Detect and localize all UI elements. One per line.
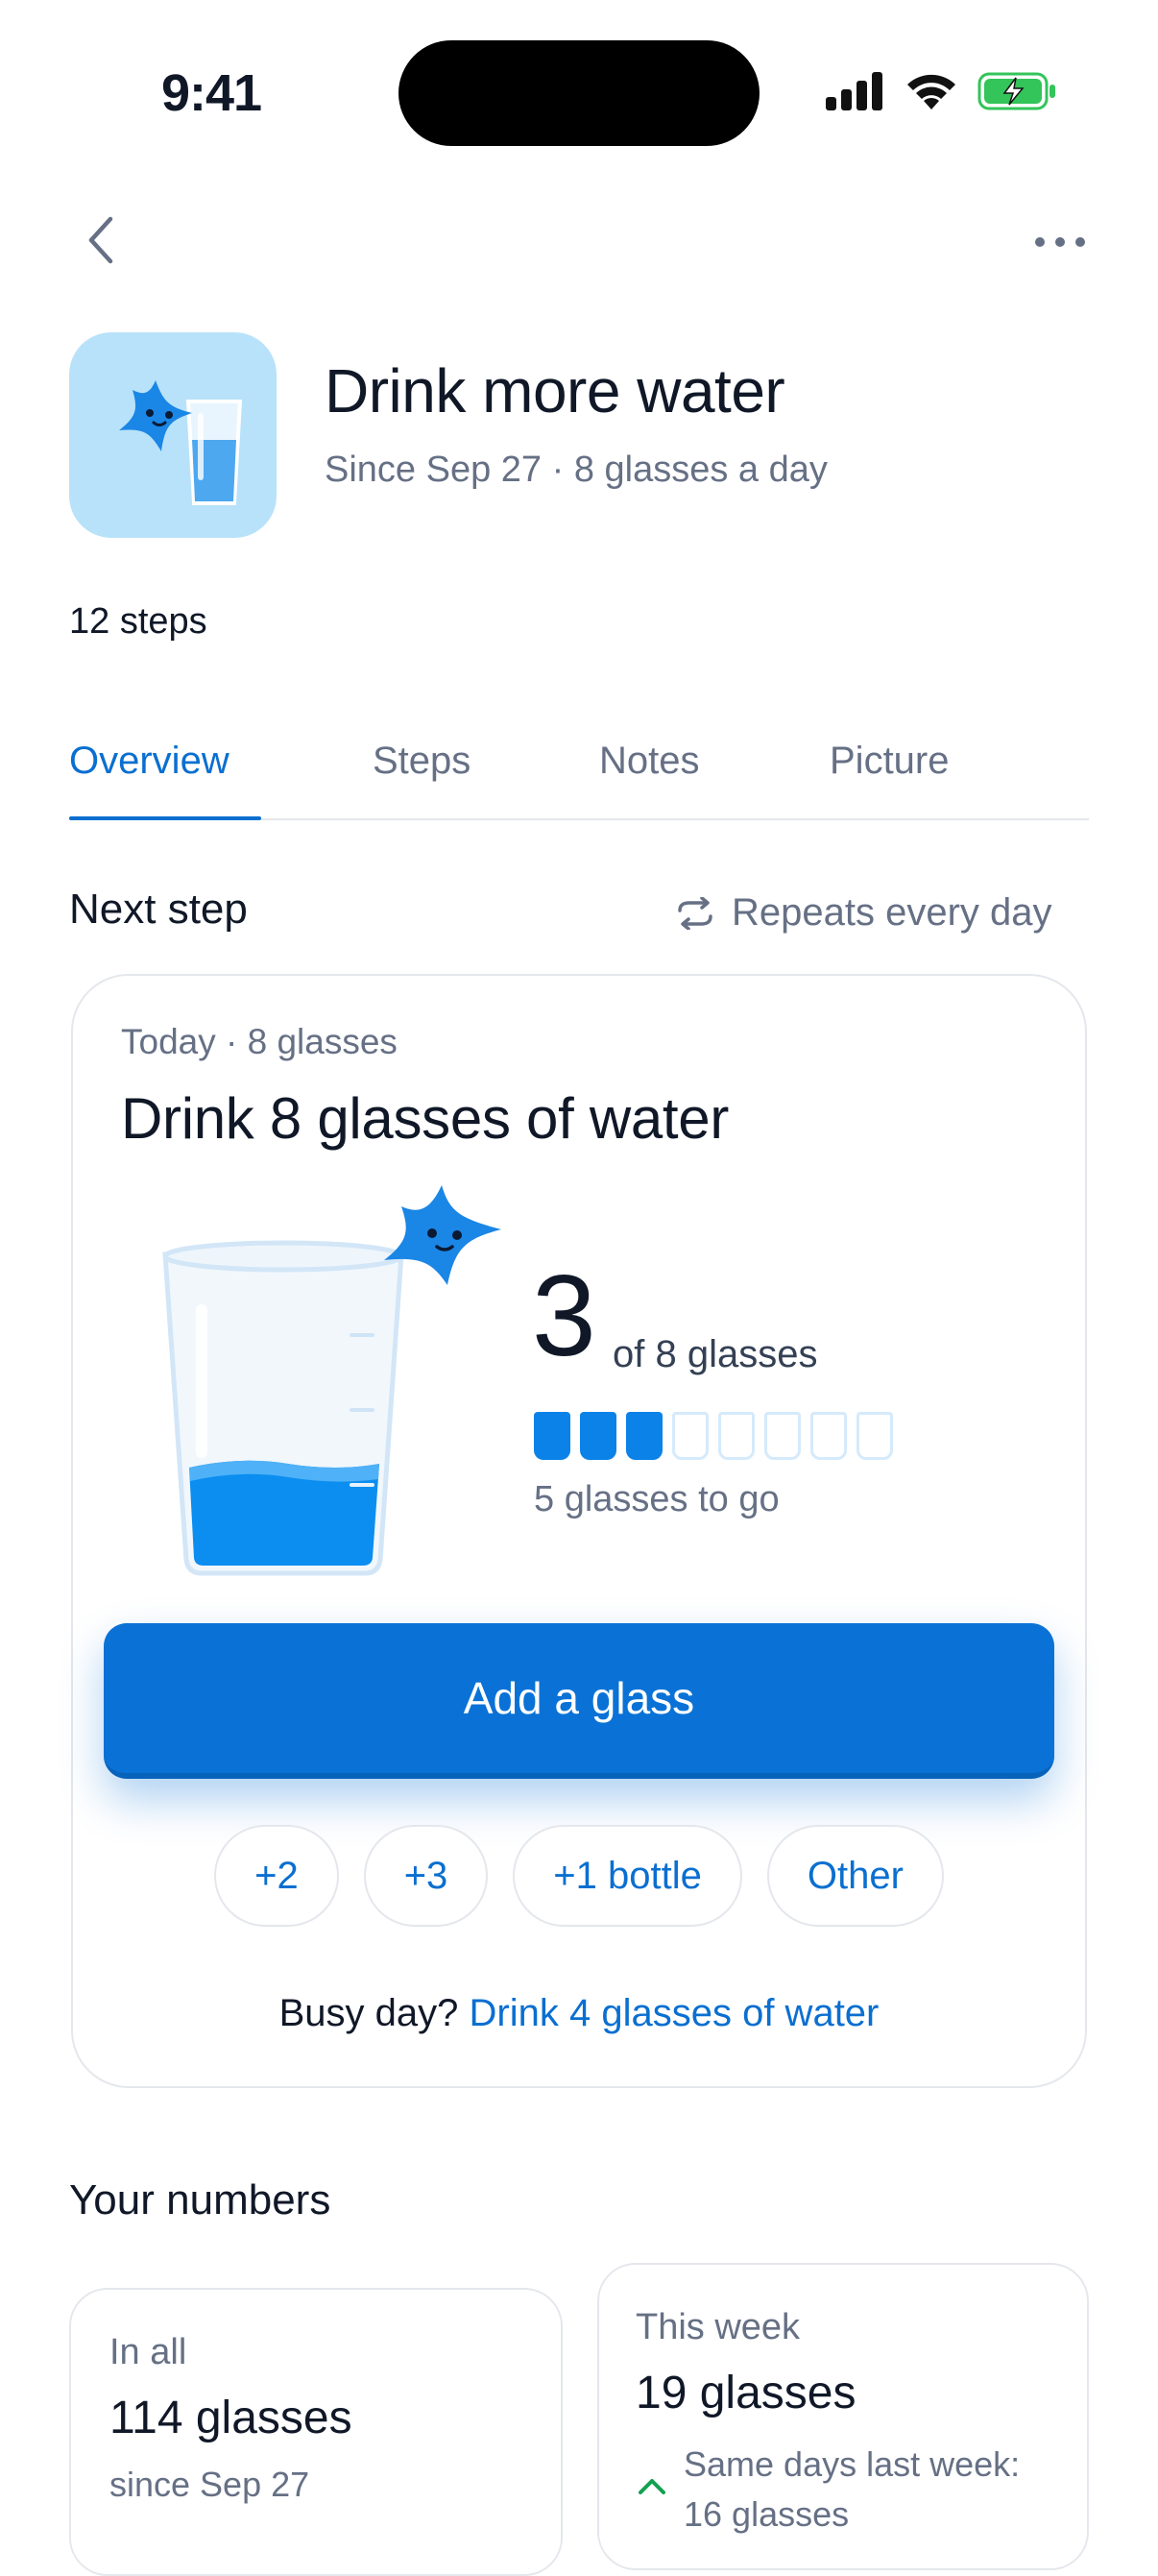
glass-empty-indicator — [672, 1412, 709, 1460]
water-glass-illustration — [144, 1179, 509, 1583]
glasses-to-go: 5 glasses to go — [534, 1479, 780, 1519]
wifi-icon — [907, 74, 955, 109]
more-options-button[interactable] — [1031, 219, 1089, 265]
habit-title: Drink more water — [325, 356, 785, 425]
stat-week-comparison-value: 16 glasses — [684, 2494, 850, 2534]
repeats-label: Repeats every day — [732, 891, 1052, 934]
stat-week-label: This week — [636, 2307, 801, 2347]
next-step-title: Next step — [69, 886, 248, 933]
glass-filled-indicator — [580, 1412, 616, 1460]
habit-icon — [69, 332, 277, 538]
chip-plus-3[interactable]: +3 — [363, 1825, 489, 1927]
tab-picture[interactable]: Picture — [830, 740, 950, 783]
card-meta: Today · 8 glasses — [121, 1022, 398, 1061]
quick-add-chips: +2 +3 +1 bottle Other — [104, 1825, 1054, 1927]
chip-plus-bottle[interactable]: +1 bottle — [513, 1825, 742, 1927]
more-dots-icon — [1035, 237, 1085, 247]
glass-filled-indicator — [626, 1412, 663, 1460]
glass-empty-indicator — [718, 1412, 755, 1460]
repeat-icon — [678, 896, 712, 930]
dynamic-island — [398, 40, 760, 146]
status-icons — [826, 71, 1056, 111]
trend-up-icon — [639, 2479, 665, 2494]
chip-plus-2[interactable]: +2 — [214, 1825, 339, 1927]
cellular-signal-icon — [826, 72, 882, 110]
add-glass-button[interactable]: Add a glass — [104, 1623, 1054, 1779]
status-time: 9:41 — [161, 64, 262, 122]
busy-day-row: Busy day? Drink 4 glasses of water — [71, 1992, 1087, 2035]
stat-in-all-value: 114 glasses — [109, 2393, 352, 2443]
stat-week-value: 19 glasses — [636, 2368, 856, 2418]
glass-filled-indicator — [534, 1412, 570, 1460]
tab-overview[interactable]: Overview — [69, 740, 229, 783]
stat-week-comparison: Same days last week: 16 glasses — [684, 2440, 1020, 2540]
tab-steps[interactable]: Steps — [373, 740, 470, 783]
glass-empty-indicator — [856, 1412, 893, 1460]
back-button[interactable] — [77, 213, 123, 267]
steps-count[interactable]: 12 steps — [69, 601, 207, 643]
stat-in-all-sub: since Sep 27 — [109, 2465, 310, 2504]
glasses-of-total: of 8 glasses — [613, 1333, 818, 1375]
tab-notes[interactable]: Notes — [599, 740, 700, 783]
water-mascot-icon — [119, 380, 243, 505]
glass-empty-indicator — [810, 1412, 847, 1460]
chevron-left-icon — [88, 216, 113, 264]
glasses-count: 3 — [532, 1252, 596, 1380]
habit-subtitle: Since Sep 27 · 8 glasses a day — [325, 450, 828, 490]
glass-empty-indicator — [764, 1412, 801, 1460]
tab-bar: Overview Steps Notes Picture — [69, 730, 1089, 820]
chip-other[interactable]: Other — [766, 1825, 944, 1927]
your-numbers-title: Your numbers — [69, 2176, 331, 2224]
battery-charging-icon — [977, 72, 1055, 110]
stat-week-comparison-label: Same days last week: — [684, 2444, 1021, 2484]
tab-active-indicator — [69, 816, 261, 820]
busy-day-prefix: Busy day? — [278, 1992, 459, 2034]
stat-in-all-label: In all — [109, 2332, 187, 2372]
busy-day-link[interactable]: Drink 4 glasses of water — [470, 1992, 880, 2034]
glasses-progress — [534, 1412, 893, 1460]
repeats-indicator: Repeats every day — [676, 891, 1052, 935]
water-glass-icon — [162, 1185, 501, 1576]
card-title: Drink 8 glasses of water — [121, 1086, 730, 1151]
